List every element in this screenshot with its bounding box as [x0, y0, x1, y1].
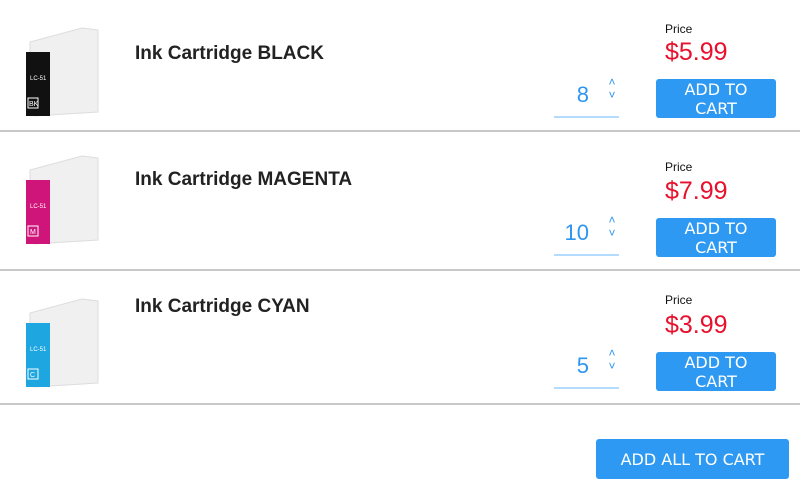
quantity-value[interactable]: 10: [565, 220, 589, 246]
quantity-value[interactable]: 8: [577, 82, 589, 108]
cartridge-badge: M: [30, 229, 36, 236]
quantity-stepper[interactable]: 5 ˄ ˅: [554, 347, 619, 389]
chevron-down-icon[interactable]: ˅: [605, 360, 619, 373]
chevron-down-icon[interactable]: ˅: [605, 227, 619, 240]
black-cartridge-image: LC-51 BK: [26, 27, 99, 117]
add-all-to-cart-button[interactable]: ADD ALL TO CART: [596, 439, 789, 479]
price-label: Price: [665, 160, 693, 174]
quantity-value[interactable]: 5: [577, 353, 589, 379]
product-name: Ink Cartridge CYAN: [135, 296, 310, 317]
add-to-cart-button[interactable]: ADD TO CART: [656, 79, 776, 118]
cartridge-model: LC-51: [30, 204, 47, 210]
cartridge-badge: C: [30, 372, 35, 379]
add-to-cart-button[interactable]: ADD TO CART: [656, 352, 776, 391]
product-price: $7.99: [665, 177, 728, 205]
product-name: Ink Cartridge MAGENTA: [135, 169, 353, 190]
price-label: Price: [665, 293, 693, 307]
product-row-cyan: LC-51 C Ink Cartridge CYAN Price $3.99 5…: [0, 271, 800, 405]
cyan-cartridge-image: LC-51 C: [26, 298, 99, 388]
product-price: $5.99: [665, 38, 728, 66]
cartridge-model: LC-51: [30, 76, 47, 82]
product-price: $3.99: [665, 311, 728, 339]
quantity-stepper[interactable]: 10 ˄ ˅: [554, 214, 619, 256]
magenta-cartridge-image: LC-51 M: [26, 155, 99, 245]
add-to-cart-button[interactable]: ADD TO CART: [656, 218, 776, 257]
chevron-down-icon[interactable]: ˅: [605, 89, 619, 102]
price-label: Price: [665, 22, 693, 36]
quantity-stepper[interactable]: 8 ˄ ˅: [554, 76, 619, 118]
cartridge-badge: BK: [29, 101, 39, 108]
product-row-black: LC-51 BK Ink Cartridge BLACK Price $5.99…: [0, 0, 800, 132]
product-name: Ink Cartridge BLACK: [135, 43, 324, 64]
cartridge-model: LC-51: [30, 347, 47, 353]
product-row-magenta: LC-51 M Ink Cartridge MAGENTA Price $7.9…: [0, 132, 800, 271]
